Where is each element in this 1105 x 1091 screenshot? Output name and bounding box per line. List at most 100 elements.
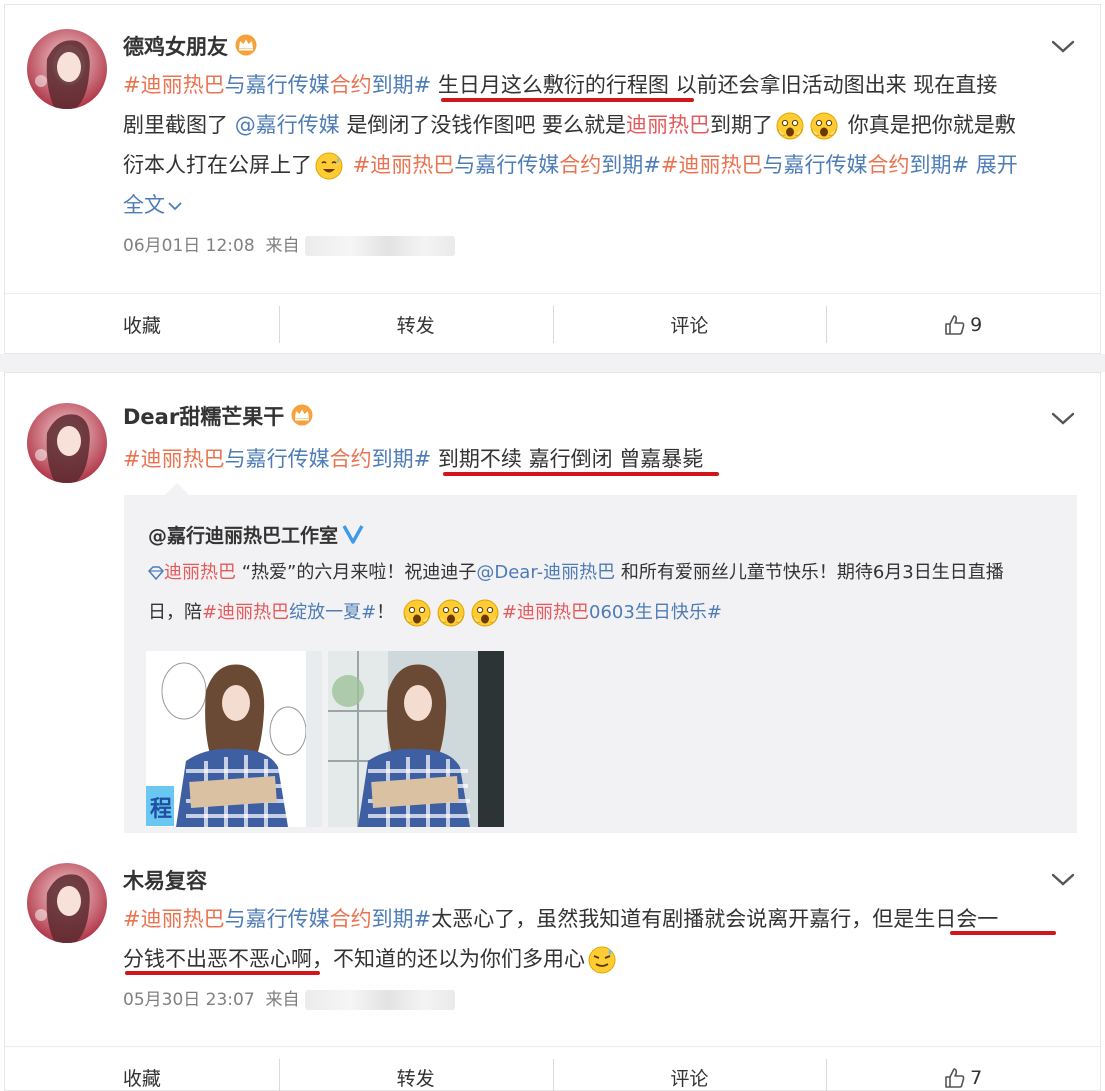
hashtag-link[interactable]: 合约: [330, 907, 372, 931]
post-text-line: #迪丽热巴与嘉行传媒合约到期#太恶心了，虽然我知道有剧播就会说离开嘉行，但是生日…: [123, 899, 998, 939]
chevron-down-icon[interactable]: [1050, 38, 1076, 56]
thumbs-up-icon: [945, 314, 965, 335]
post-meta: 05月30日 23:07 来自: [123, 989, 456, 1011]
topic-link[interactable]: 迪丽热巴: [164, 562, 236, 583]
highlighted-text: 生日月这么敷衍的行程图: [438, 73, 669, 97]
quoted-image[interactable]: 程: [146, 651, 322, 827]
quoted-image[interactable]: [328, 651, 504, 827]
body-text: “热爱”的六月来啦！祝迪迪子: [236, 562, 477, 583]
username-text[interactable]: Dear甜糯芒果干: [123, 405, 284, 429]
hashtag-link[interactable]: #迪丽热巴: [123, 447, 225, 471]
blurred-source: [305, 990, 456, 1010]
quoted-author-name[interactable]: @嘉行迪丽热巴工作室: [148, 525, 338, 547]
expand-full-link[interactable]: 全文: [123, 193, 165, 217]
red-underline: [950, 931, 1056, 935]
avatar[interactable]: [27, 863, 107, 943]
hashtag-link[interactable]: 到期#: [601, 153, 661, 177]
hashtag-link[interactable]: 0603生日快乐#: [589, 602, 722, 623]
favorite-button[interactable]: 收藏: [5, 1047, 279, 1091]
hashtag-link[interactable]: #迪丽热巴: [202, 602, 289, 623]
hashtag-link[interactable]: 与嘉行传媒: [225, 447, 330, 471]
thumbs-up-icon: [945, 1067, 965, 1088]
hashtag-link[interactable]: 合约: [330, 447, 372, 471]
highlighted-text-content: 生日月这么敷衍的行程图: [437, 73, 669, 97]
quoted-text: 迪丽热巴 “热爱”的六月来啦！祝迪迪子@Dear-迪丽热巴 和所有爱丽丝儿童节快…: [147, 553, 1004, 633]
red-underline: [443, 472, 719, 476]
hashtag-link[interactable]: 与嘉行传媒: [225, 73, 330, 97]
hashtag-link[interactable]: 到期#: [910, 153, 970, 177]
username[interactable]: Dear甜糯芒果干: [123, 403, 315, 433]
username[interactable]: 木易复容: [123, 867, 207, 895]
hashtag-link[interactable]: 合约: [868, 153, 910, 177]
post-timestamp[interactable]: 06月01日 12:08: [123, 236, 255, 256]
action-bar: 收藏 转发 评论 7: [5, 1046, 1100, 1091]
scared-face-emoji: [775, 111, 805, 141]
like-button[interactable]: 7: [826, 1047, 1100, 1091]
username-text[interactable]: 德鸡女朋友: [123, 35, 228, 59]
like-button[interactable]: 9: [826, 294, 1100, 355]
body-text: 衍本人打在公屏上了: [123, 153, 312, 177]
crown-badge-icon: [289, 404, 315, 433]
username-text[interactable]: 木易复容: [123, 869, 207, 893]
post-timestamp[interactable]: 05月30日 23:07: [123, 990, 255, 1010]
favorite-label: 收藏: [122, 1068, 161, 1090]
like-count: 9: [970, 313, 983, 336]
hashtag-link[interactable]: 合约: [559, 153, 601, 177]
red-underline: [125, 971, 320, 975]
awkward-smile-emoji: [587, 945, 617, 975]
username[interactable]: 德鸡女朋友: [123, 33, 259, 63]
highlighted-text: 生日会一: [914, 907, 999, 931]
name-link[interactable]: 迪丽热巴: [626, 113, 710, 137]
hashtag-link[interactable]: #迪丽热巴: [123, 907, 225, 931]
repost-button[interactable]: 转发: [278, 294, 553, 355]
avatar[interactable]: [27, 29, 107, 109]
expand-link[interactable]: 展开: [969, 153, 1018, 177]
svg-text:程: 程: [150, 797, 172, 822]
body-text: ，不知道的还以为你们多用心: [312, 947, 585, 971]
post-text: #迪丽热巴与嘉行传媒合约到期#太恶心了，虽然我知道有剧播就会说离开嘉行，但是生日…: [123, 899, 1073, 979]
hashtag-link[interactable]: #迪丽热巴: [502, 602, 589, 623]
hashtag-link[interactable]: #迪丽热巴: [661, 153, 763, 177]
post-source-label: 来自: [265, 236, 300, 256]
mention-link[interactable]: @嘉行传媒: [235, 113, 340, 137]
body-text: 你真是把你就是敷: [841, 113, 1016, 137]
repost-button[interactable]: 转发: [278, 1047, 553, 1091]
favorite-button[interactable]: 收藏: [5, 294, 279, 355]
hashtag-link[interactable]: 到期#: [372, 73, 432, 97]
post-text: #迪丽热巴与嘉行传媒合约到期# 生日月这么敷衍的行程图 以前还会拿旧活动图出来 …: [123, 65, 1073, 235]
photo-thumbnail: [328, 651, 504, 827]
post-text-line: 全文: [123, 185, 183, 225]
mention-link[interactable]: @Dear-迪丽热巴: [476, 562, 615, 583]
hashtag-link[interactable]: 合约: [330, 73, 372, 97]
comment-button[interactable]: 评论: [552, 1047, 827, 1091]
avatar[interactable]: [27, 403, 107, 483]
hashtag-link[interactable]: 到期#: [372, 907, 432, 931]
hashtag-link[interactable]: 与嘉行传媒: [763, 153, 868, 177]
quoted-post[interactable]: @嘉行迪丽热巴工作室 迪丽热巴 “热爱”的六月来啦！祝迪迪子@Dear-迪丽热巴…: [124, 495, 1077, 833]
post-text-line: 剧里截图了 @嘉行传媒 是倒闭了没钱作图吧 要么就是迪丽热巴到期了 你真是把你就…: [123, 105, 1016, 145]
highlighted-text: 分钱不出恶不恶心啊: [123, 947, 312, 971]
body-text: 日，陪: [148, 602, 202, 623]
blurred-source: [305, 236, 456, 256]
quoted-text-line: 迪丽热巴 “热爱”的六月来啦！祝迪迪子@Dear-迪丽热巴 和所有爱丽丝儿童节快…: [147, 553, 1004, 593]
hashtag-link[interactable]: 到期#: [372, 447, 432, 471]
hashtag-link[interactable]: 与嘉行传媒: [454, 153, 559, 177]
chevron-down-icon[interactable]: [167, 200, 183, 212]
chevron-down-icon[interactable]: [1050, 871, 1076, 889]
repost-label: 转发: [396, 1068, 435, 1090]
like-count: 7: [970, 1066, 983, 1089]
hashtag-link[interactable]: #迪丽热巴: [346, 153, 455, 177]
feed-separator: [0, 354, 1105, 372]
comment-label: 评论: [670, 1068, 709, 1090]
post-meta: 06月01日 12:08 来自: [123, 235, 456, 257]
avatar-image: [27, 403, 107, 483]
post-text-line: 衍本人打在公屏上了 #迪丽热巴与嘉行传媒合约到期##迪丽热巴与嘉行传媒合约到期#…: [123, 145, 1018, 185]
comment-button[interactable]: 评论: [552, 294, 827, 355]
chevron-down-icon[interactable]: [1050, 410, 1076, 428]
verified-v-icon: [342, 524, 364, 549]
quoted-author[interactable]: @嘉行迪丽热巴工作室: [148, 521, 364, 549]
topic-diamond-icon: [147, 566, 165, 581]
hashtag-link[interactable]: 与嘉行传媒: [225, 907, 330, 931]
hashtag-link[interactable]: 绽放一夏#: [289, 602, 376, 623]
hashtag-link[interactable]: #迪丽热巴: [123, 73, 225, 97]
